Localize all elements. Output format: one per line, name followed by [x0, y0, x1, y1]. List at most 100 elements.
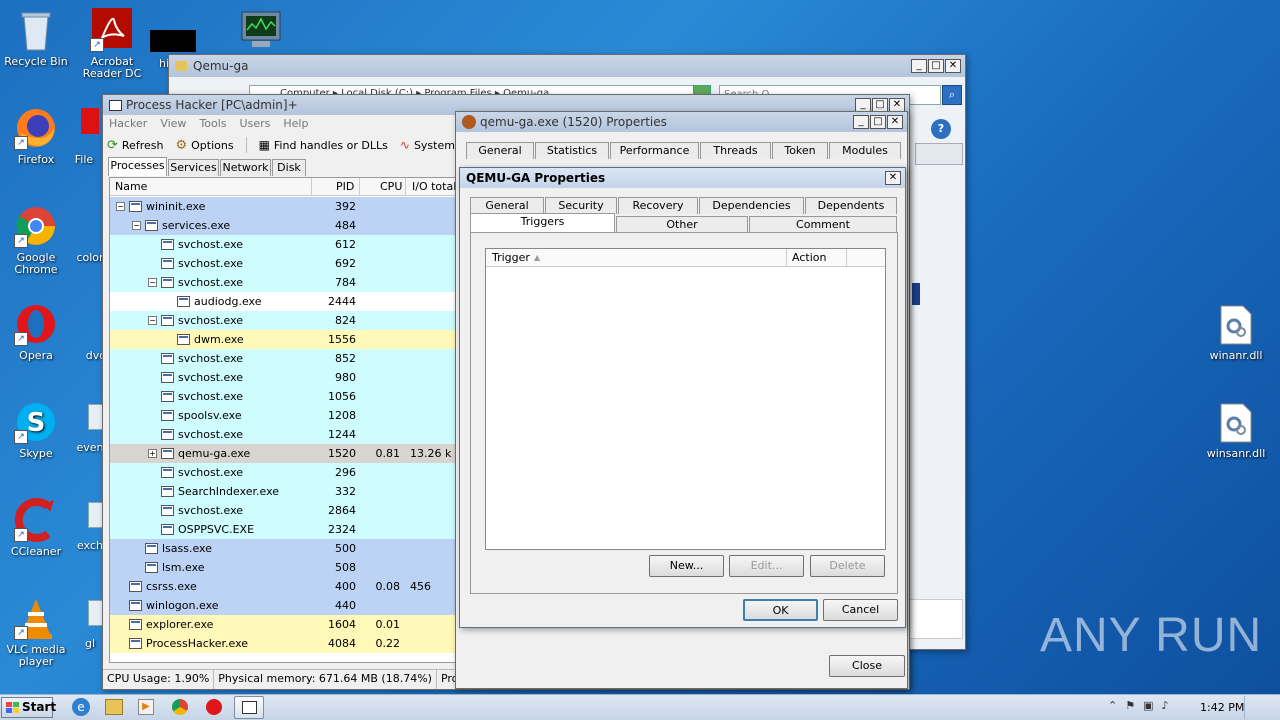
- tab-processes[interactable]: Processes: [108, 157, 167, 176]
- menu-hacker[interactable]: Hacker: [109, 117, 147, 130]
- process-row[interactable]: svchost.exe 2864: [110, 501, 458, 520]
- process-row[interactable]: csrss.exe 400 0.08 456: [110, 577, 458, 596]
- tab-other[interactable]: Other: [616, 216, 748, 233]
- explorer-titlebar[interactable]: Qemu-ga _ □ ✕: [169, 55, 965, 77]
- close-button[interactable]: ✕: [889, 98, 905, 112]
- expand-toggle[interactable]: +: [148, 449, 157, 458]
- tab-security[interactable]: Security: [545, 197, 617, 214]
- winsanr-dll-icon[interactable]: winsanr.dll: [1200, 402, 1272, 460]
- process-properties-titlebar[interactable]: qemu-ga.exe (1520) Properties _ □ ✕: [456, 112, 907, 132]
- cancel-button[interactable]: Cancel: [823, 599, 898, 621]
- service-properties-dialog[interactable]: QEMU-GA Properties ✕ General Security Re…: [459, 167, 906, 628]
- clock[interactable]: 1:42 PM: [1200, 701, 1244, 714]
- tab-statistics[interactable]: Statistics: [535, 142, 609, 159]
- file-icon[interactable]: File: [64, 106, 104, 166]
- acrobat-reader-icon[interactable]: ↗ Acrobat Reader DC: [76, 8, 148, 80]
- winanr-dll-icon[interactable]: winanr.dll: [1200, 304, 1272, 362]
- process-row[interactable]: − svchost.exe 824: [110, 311, 458, 330]
- find-handles-button[interactable]: ▦ Find handles or DLLs: [259, 138, 388, 152]
- edit-trigger-button[interactable]: Edit...: [729, 555, 804, 577]
- process-row[interactable]: svchost.exe 296: [110, 463, 458, 482]
- opera-taskbar-icon[interactable]: [206, 699, 222, 715]
- col-name[interactable]: Name: [115, 178, 147, 196]
- show-hidden-icons-icon[interactable]: ⌃: [1108, 699, 1117, 712]
- maximize-button[interactable]: □: [870, 115, 886, 129]
- process-row[interactable]: winlogon.exe 440: [110, 596, 458, 615]
- menu-view[interactable]: View: [160, 117, 186, 130]
- close-dialog-button[interactable]: Close: [829, 655, 905, 677]
- col-action[interactable]: Action: [792, 249, 826, 267]
- show-desktop-button[interactable]: [1244, 696, 1278, 719]
- maximize-button[interactable]: □: [872, 98, 888, 112]
- process-row[interactable]: lsm.exe 508: [110, 558, 458, 577]
- close-button[interactable]: ✕: [887, 115, 903, 129]
- tab-modules[interactable]: Modules: [829, 142, 901, 159]
- process-hacker-taskbar-button[interactable]: [234, 696, 264, 719]
- chrome-taskbar-icon[interactable]: [172, 699, 188, 715]
- tab-dependents[interactable]: Dependents: [805, 197, 897, 214]
- ie-icon[interactable]: e: [72, 698, 90, 716]
- speaker-icon[interactable]: ♪: [1162, 699, 1169, 712]
- process-row[interactable]: − wininit.exe 392: [110, 197, 458, 216]
- ok-button[interactable]: OK: [743, 599, 818, 621]
- new-trigger-button[interactable]: New...: [649, 555, 724, 577]
- close-button[interactable]: ✕: [945, 59, 961, 73]
- process-row[interactable]: svchost.exe 980: [110, 368, 458, 387]
- start-button[interactable]: Start: [1, 697, 56, 718]
- ccleaner-icon[interactable]: ↗ CCleaner: [0, 498, 72, 558]
- search-icon[interactable]: ⌕: [942, 85, 962, 105]
- process-row[interactable]: − svchost.exe 784: [110, 273, 458, 292]
- tab-dependencies[interactable]: Dependencies: [699, 197, 804, 214]
- expand-toggle[interactable]: −: [132, 221, 141, 230]
- chrome-icon[interactable]: ↗ Google Chrome: [0, 204, 72, 276]
- col-pid[interactable]: PID: [336, 178, 354, 196]
- firefox-icon[interactable]: ↗ Firefox: [0, 106, 72, 166]
- col-trigger[interactable]: Trigger: [492, 249, 530, 267]
- tab-threads[interactable]: Threads: [700, 142, 771, 159]
- maximize-button[interactable]: □: [928, 59, 944, 73]
- close-button[interactable]: ✕: [885, 171, 901, 185]
- explorer-folder-icon[interactable]: [105, 699, 123, 715]
- expand-toggle[interactable]: −: [116, 202, 125, 211]
- process-row[interactable]: svchost.exe 612: [110, 235, 458, 254]
- help-icon[interactable]: ?: [931, 119, 951, 139]
- process-row[interactable]: spoolsv.exe 1208: [110, 406, 458, 425]
- menu-tools[interactable]: Tools: [199, 117, 226, 130]
- triggers-list[interactable]: Trigger ▲ Action: [485, 248, 886, 550]
- tab-recovery[interactable]: Recovery: [618, 197, 698, 214]
- expand-toggle[interactable]: −: [148, 316, 157, 325]
- process-row[interactable]: lsass.exe 500: [110, 539, 458, 558]
- process-row[interactable]: svchost.exe 852: [110, 349, 458, 368]
- tab-disk[interactable]: Disk: [272, 159, 306, 176]
- process-row[interactable]: dwm.exe 1556: [110, 330, 458, 349]
- menu-help[interactable]: Help: [283, 117, 308, 130]
- recycle-bin-icon[interactable]: Recycle Bin: [0, 8, 72, 68]
- tab-performance[interactable]: Performance: [610, 142, 699, 159]
- tab-triggers[interactable]: Triggers: [470, 213, 615, 232]
- options-button[interactable]: ⚙ Options: [175, 138, 233, 153]
- tab-comment[interactable]: Comment: [749, 216, 897, 233]
- tab-token[interactable]: Token: [772, 142, 828, 159]
- delete-trigger-button[interactable]: Delete: [810, 555, 885, 577]
- process-row[interactable]: − services.exe 484: [110, 216, 458, 235]
- col-cpu[interactable]: CPU: [380, 178, 402, 196]
- process-row[interactable]: explorer.exe 1604 0.01: [110, 615, 458, 634]
- process-row[interactable]: + qemu-ga.exe 1520 0.81 13.26 k: [110, 444, 458, 463]
- process-list[interactable]: Name PID CPU I/O total − wininit.exe 392− s…: [109, 177, 459, 663]
- menu-users[interactable]: Users: [240, 117, 271, 130]
- skype-icon[interactable]: S ↗ Skype: [0, 400, 72, 460]
- col-io[interactable]: I/O total: [412, 178, 456, 196]
- expand-toggle[interactable]: −: [148, 278, 157, 287]
- vlc-icon[interactable]: ↗ VLC media player: [0, 596, 72, 668]
- opera-icon[interactable]: ↗ Opera: [0, 302, 72, 362]
- process-row[interactable]: svchost.exe 1056: [110, 387, 458, 406]
- minimize-button[interactable]: _: [855, 98, 871, 112]
- process-row[interactable]: OSPPSVC.EXE 2324: [110, 520, 458, 539]
- tab-general[interactable]: General: [470, 197, 544, 214]
- tab-general[interactable]: General: [466, 142, 534, 159]
- tab-network[interactable]: Network: [220, 159, 271, 176]
- minimize-button[interactable]: _: [853, 115, 869, 129]
- task-manager-icon[interactable]: [238, 10, 284, 52]
- process-row[interactable]: ProcessHacker.exe 4084 0.22: [110, 634, 458, 653]
- minimize-button[interactable]: _: [911, 59, 927, 73]
